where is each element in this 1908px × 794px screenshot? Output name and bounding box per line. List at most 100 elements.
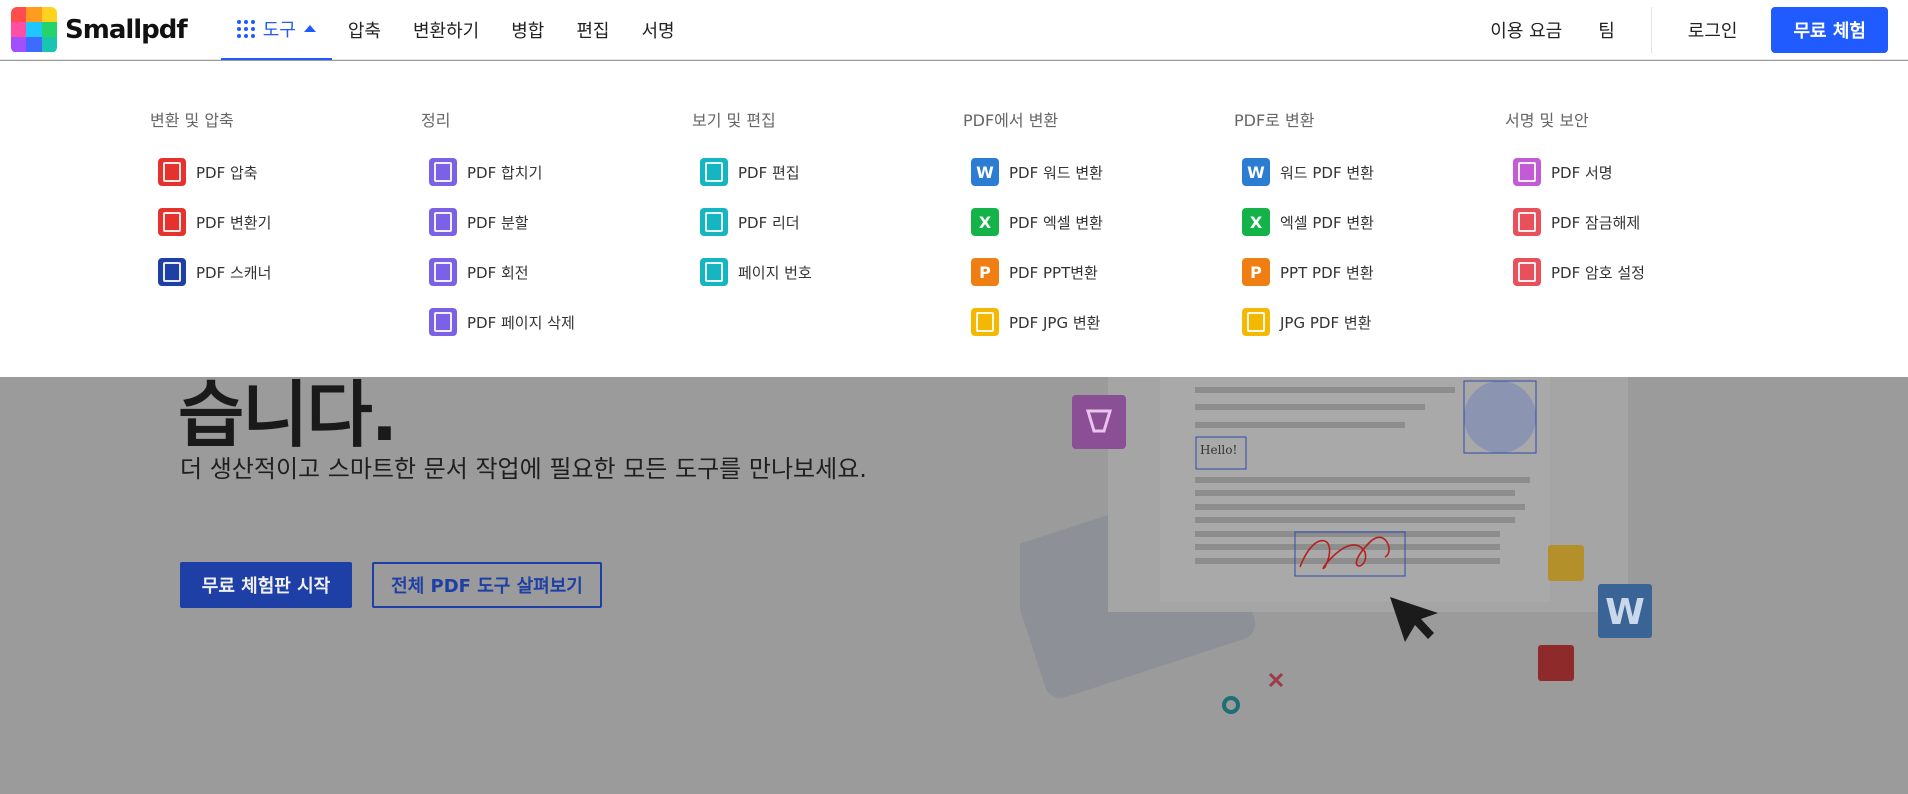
apps-grid-icon	[236, 19, 255, 38]
menu-tool-label: 엑셀 PDF 변환	[1280, 213, 1374, 232]
menu-tool-item[interactable]: PDF 변환기	[158, 197, 410, 247]
menu-tool-item[interactable]: PDF 잠금해제	[1513, 197, 1765, 247]
menu-tool-item[interactable]: X 엑셀 PDF 변환	[1242, 197, 1494, 247]
menu-tool-label: 워드 PDF 변환	[1280, 163, 1374, 182]
menu-column-title: 서명 및 보안	[1505, 111, 1589, 130]
word-icon-glyph: W	[1605, 592, 1645, 633]
excel-icon: X	[971, 208, 999, 236]
ppt-icon: P	[971, 258, 999, 286]
menu-column: 변환 및 압축 PDF 압축 PDF 변환기 PDF 스캐너	[150, 107, 410, 297]
nav-pricing[interactable]: 이용 요금	[1472, 17, 1580, 43]
menu-tool-item[interactable]: PDF 분할	[429, 197, 681, 247]
decor-ring	[1222, 696, 1240, 714]
nav-merge[interactable]: 병합	[495, 0, 560, 60]
menu-tool-item[interactable]: X PDF 엑셀 변환	[971, 197, 1223, 247]
logo[interactable]: Smallpdf	[11, 6, 188, 53]
menu-column: PDF로 변환 W 워드 PDF 변환 X 엑셀 PDF 변환 P PPT PDF 변환 JP…	[1234, 107, 1494, 347]
lock-icon	[1513, 258, 1541, 286]
menu-tool-label: 페이지 번호	[738, 263, 812, 282]
header-right: 이용 요금 팀 로그인 무료 체험	[1472, 0, 1888, 60]
pen-tool-icon	[1072, 395, 1126, 449]
menu-column-title: PDF에서 변환	[963, 111, 1059, 130]
image-icon	[1242, 308, 1270, 336]
menu-tool-label: PDF 암호 설정	[1551, 263, 1645, 282]
login-link[interactable]: 로그인	[1670, 17, 1756, 43]
hello-annotation: Hello!	[1200, 443, 1237, 457]
menu-tool-label: PDF 페이지 삭제	[467, 313, 575, 332]
compress-icon	[158, 158, 186, 186]
nav-edit[interactable]: 편집	[560, 0, 625, 60]
menu-tool-label: PDF 회전	[467, 263, 529, 282]
hero-illustration: Hello! W	[1020, 377, 1652, 714]
logo-text: Smallpdf	[65, 14, 188, 45]
menu-tool-item[interactable]: PDF 압축	[158, 147, 410, 197]
menu-tool-label: JPG PDF 변환	[1280, 313, 1372, 332]
nav-convert[interactable]: 변환하기	[397, 0, 495, 60]
menu-tool-label: PDF 압축	[196, 163, 258, 182]
menu-tool-label: PDF 분할	[467, 213, 529, 232]
menu-tool-label: PDF 엑셀 변환	[1009, 213, 1103, 232]
menu-tool-item[interactable]: JPG PDF 변환	[1242, 297, 1494, 347]
merge-icon	[429, 158, 457, 186]
menu-tool-item[interactable]: PDF 페이지 삭제	[429, 297, 681, 347]
menu-tool-label: PDF PPT변환	[1009, 263, 1098, 282]
menu-tool-item[interactable]: PDF 편집	[700, 147, 952, 197]
menu-column: 정리 PDF 합치기 PDF 분할 PDF 회전 PDF 페이지 삭제	[421, 107, 681, 347]
menu-tool-item[interactable]: PDF JPG 변환	[971, 297, 1223, 347]
menu-tool-item[interactable]: P PDF PPT변환	[971, 247, 1223, 297]
menu-tool-item[interactable]: P PPT PDF 변환	[1242, 247, 1494, 297]
menu-tool-label: PDF 서명	[1551, 163, 1613, 182]
scissors-icon	[429, 208, 457, 236]
ppt-icon: P	[1242, 258, 1270, 286]
image-icon	[971, 308, 999, 336]
menu-tool-label: PPT PDF 변환	[1280, 263, 1374, 282]
text-icon	[700, 158, 728, 186]
hero-subtitle: 더 생산적이고 스마트한 문서 작업에 필요한 모든 도구를 만나보세요.	[180, 455, 867, 483]
menu-tool-label: PDF JPG 변환	[1009, 313, 1101, 332]
top-navigation-bar: Smallpdf 도구 압축 변환하기 병합 편집 서명 이용 요금 팀 로그인…	[0, 0, 1908, 60]
tools-dropdown-panel: 변환 및 압축 PDF 압축 PDF 변환기 PDF 스캐너 정리 PDF 합치기 PDF …	[0, 61, 1908, 377]
image-icon	[1548, 545, 1584, 581]
page-number-icon	[700, 258, 728, 286]
menu-tool-item[interactable]: PDF 합치기	[429, 147, 681, 197]
menu-tool-label: PDF 변환기	[196, 213, 272, 232]
word-icon: W	[971, 158, 999, 186]
excel-icon: X	[1242, 208, 1270, 236]
menu-tool-item[interactable]: W 워드 PDF 변환	[1242, 147, 1494, 197]
browse-all-tools-button[interactable]: 전체 PDF 도구 살펴보기	[372, 562, 602, 608]
converter-icon	[158, 208, 186, 236]
unlock-icon	[1513, 208, 1541, 236]
menu-tool-item[interactable]: PDF 회전	[429, 247, 681, 297]
start-trial-button[interactable]: 무료 체험판 시작	[180, 562, 352, 608]
rotate-icon	[429, 258, 457, 286]
word-icon: W	[1242, 158, 1270, 186]
menu-tool-item[interactable]: PDF 리더	[700, 197, 952, 247]
menu-tool-item[interactable]: PDF 스캐너	[158, 247, 410, 297]
menu-column: 서명 및 보안 PDF 서명 PDF 잠금해제 PDF 암호 설정	[1505, 107, 1765, 297]
trash-icon	[429, 308, 457, 336]
nav-team[interactable]: 팀	[1580, 17, 1633, 43]
menu-column-title: 보기 및 편집	[692, 111, 776, 130]
nav-sign[interactable]: 서명	[625, 0, 690, 60]
nav-compress[interactable]: 압축	[332, 0, 397, 60]
menu-column-title: PDF로 변환	[1234, 111, 1315, 130]
nav-tools-label: 도구	[262, 19, 296, 41]
caret-up-icon	[303, 25, 316, 32]
menu-tool-label: PDF 리더	[738, 213, 800, 232]
menu-tool-label: PDF 잠금해제	[1551, 213, 1641, 232]
nav-tools-menu[interactable]: 도구	[220, 0, 332, 60]
menu-tool-item[interactable]: W PDF 워드 변환	[971, 147, 1223, 197]
reader-icon	[700, 208, 728, 236]
free-trial-button[interactable]: 무료 체험	[1771, 7, 1888, 53]
decor-cross	[1268, 672, 1284, 688]
menu-tool-item[interactable]: PDF 서명	[1513, 147, 1765, 197]
divider	[1650, 7, 1652, 53]
menu-column: PDF에서 변환 W PDF 워드 변환 X PDF 엑셀 변환 P PDF PPT변환 PD…	[963, 107, 1223, 347]
menu-tool-item[interactable]: PDF 암호 설정	[1513, 247, 1765, 297]
menu-column: 보기 및 편집 PDF 편집 PDF 리더페이지 번호	[692, 107, 952, 297]
main-nav: 도구 압축 변환하기 병합 편집 서명	[220, 0, 691, 60]
camera-icon	[158, 258, 186, 286]
signature-icon	[1513, 158, 1541, 186]
compress-icon	[1538, 645, 1574, 681]
menu-tool-item[interactable]: 페이지 번호	[700, 247, 952, 297]
